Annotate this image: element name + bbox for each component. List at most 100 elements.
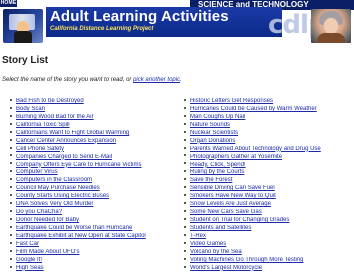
bullet-icon — [10, 138, 12, 141]
story-link[interactable]: California Toxic Spill — [16, 122, 70, 128]
bullet-icon — [10, 249, 12, 252]
story-link[interactable]: Donor Needed for Baby — [16, 217, 79, 223]
story-list-item: Earthquake Could be Worse than Hurricane — [10, 225, 178, 233]
story-link[interactable]: Organ Donations — [190, 138, 235, 144]
story-link[interactable]: Students and Satellites — [190, 225, 251, 231]
bullet-icon — [184, 241, 186, 244]
story-link[interactable]: Historic Letters Get Responses — [190, 98, 273, 104]
bullet-icon — [184, 106, 186, 109]
story-list-item: Companies Charged to Send E-Mail — [10, 154, 178, 162]
story-link[interactable]: Man Coughs Up Nail — [190, 114, 245, 120]
bullet-icon — [184, 249, 186, 252]
story-link[interactable]: Video Games — [190, 241, 226, 247]
bullet-icon — [10, 98, 12, 101]
story-link[interactable]: Some New Cars Save Gas — [190, 209, 262, 215]
story-list-item: Snow Levels Are Just Average — [184, 201, 352, 209]
bullet-icon — [184, 217, 186, 220]
bullet-icon — [10, 202, 12, 205]
story-list-item: Sensible Driving Can Save Fuel — [184, 185, 352, 193]
story-link[interactable]: Bad Fish to be Destroyed — [16, 98, 84, 104]
story-link[interactable]: Computers in the Classroom — [16, 177, 92, 183]
story-list-item: Student on Trial for Changing Grades — [184, 217, 352, 225]
bullet-icon — [184, 122, 186, 125]
story-list-item: Video Games — [184, 241, 352, 249]
story-link[interactable]: Sensible Driving Can Save Fuel — [190, 185, 275, 191]
story-link[interactable]: Save the Forest — [190, 177, 232, 183]
bullet-icon — [10, 154, 12, 157]
story-link[interactable]: Hurricanes Could be Caused by Warm Weath… — [190, 106, 317, 112]
bullet-icon — [184, 225, 186, 228]
story-link[interactable]: Volcano by the Sea — [190, 249, 242, 255]
photo-shirt-shape — [317, 33, 345, 43]
story-list-item: Do you ChaCha? — [10, 209, 178, 217]
page-title: Story List — [2, 55, 49, 66]
story-link[interactable]: Photographers Gather at Yosemite — [190, 154, 282, 160]
story-link[interactable]: Companies Charged to Send E-Mail — [16, 154, 112, 160]
figure-body-graphic — [14, 31, 32, 43]
bullet-icon — [184, 130, 186, 133]
bullet-icon — [184, 98, 186, 101]
site-logo-image — [3, 9, 43, 43]
bullet-icon — [10, 162, 12, 165]
story-link[interactable]: Earthquake Could be Worse than Hurricane — [16, 225, 132, 231]
story-list-item: Ready, Click, Spend! — [184, 162, 352, 170]
story-list-item: Council May Purchase Needles — [10, 185, 178, 193]
story-link[interactable]: Snow Levels Are Just Average — [190, 201, 271, 207]
story-list-item: Cell Phone Safety — [10, 146, 178, 154]
story-list-item: Smokers Have New Way to Quit — [184, 193, 352, 201]
bullet-icon — [10, 186, 12, 189]
story-link[interactable]: Ready, Click, Spend! — [190, 162, 246, 168]
bullet-icon — [10, 225, 12, 228]
story-link[interactable]: Nuclear Scientists — [190, 130, 238, 136]
bullet-icon — [10, 146, 12, 149]
story-link[interactable]: Council May Purchase Needles — [16, 185, 100, 191]
story-list-item: Burning Wood Bad for the Air — [10, 114, 178, 122]
story-list-item: Film Made About UFO's — [10, 249, 178, 257]
story-link[interactable]: DNA Solves Very Old Murder — [16, 201, 93, 207]
story-list-item: Students and Satellites — [184, 225, 352, 233]
story-link[interactable]: Body Scan — [16, 106, 45, 112]
story-link[interactable]: Smokers Have New Way to Quit — [190, 193, 276, 199]
story-link[interactable]: Computer Virus — [16, 169, 58, 175]
story-list-item: Parents Warned About Technology and Drug… — [184, 146, 352, 154]
story-list-right: Historic Letters Get Responses Hurricanes… — [184, 98, 352, 273]
story-link[interactable]: Ruling by the Courts — [190, 169, 244, 175]
pick-another-topic-link[interactable]: pick another topic — [133, 77, 180, 83]
story-link[interactable]: Company Offers Eye Care to Hurricane Vic… — [16, 162, 142, 168]
story-list-left: Bad Fish to be Destroyed Body Scan Burning… — [10, 98, 178, 273]
story-link[interactable]: Burning Wood Bad for the Air — [16, 114, 94, 120]
story-link[interactable]: Nature Sounds — [190, 122, 230, 128]
story-list-item: Bad Fish to be Destroyed — [10, 98, 178, 106]
bullet-icon — [184, 178, 186, 181]
story-link[interactable]: Fast Car — [16, 241, 39, 247]
story-link[interactable]: Cancer Center Announces Expansion — [16, 138, 116, 144]
story-link[interactable]: Do you ChaCha? — [16, 209, 62, 215]
bullet-icon — [184, 194, 186, 197]
story-link[interactable]: Google It! — [16, 257, 42, 263]
story-link[interactable]: Cell Phone Safety — [16, 146, 64, 152]
story-list-item: Nuclear Scientists — [184, 130, 352, 138]
story-link[interactable]: Parents Warned About Technology and Drug… — [190, 146, 321, 152]
bullet-icon — [10, 170, 12, 173]
story-link[interactable]: Student on Trial for Changing Grades — [190, 217, 289, 223]
story-link[interactable]: County Starts Using Electric Buses — [16, 193, 109, 199]
story-list-item: Ruling by the Courts — [184, 169, 352, 177]
bullet-icon — [184, 162, 186, 165]
story-list-item: Company Offers Eye Care to Hurricane Vic… — [10, 162, 178, 170]
story-list-item: Organ Donations — [184, 138, 352, 146]
bullet-icon — [10, 122, 12, 125]
home-link[interactable]: HOME — [0, 0, 17, 7]
story-link[interactable]: T-Rex — [190, 233, 206, 239]
story-link[interactable]: Film Made About UFO's — [16, 249, 80, 255]
story-list-item: Earthquake Exhibit at New Open at State … — [10, 233, 178, 241]
bullet-icon — [184, 170, 186, 173]
bullet-icon — [10, 178, 12, 181]
story-list-item: Historic Letters Get Responses — [184, 98, 352, 106]
story-link[interactable]: Earthquake Exhibit at New Open at State … — [16, 233, 146, 239]
story-list-item: Fast Car — [10, 241, 178, 249]
story-link[interactable]: Voting Machines Go Through More Testing — [190, 257, 304, 263]
header-photo — [311, 9, 351, 43]
bullet-icon — [10, 217, 12, 220]
story-link[interactable]: Californians Want to Fight Global Warmin… — [16, 130, 129, 136]
bullet-icon — [184, 257, 186, 260]
